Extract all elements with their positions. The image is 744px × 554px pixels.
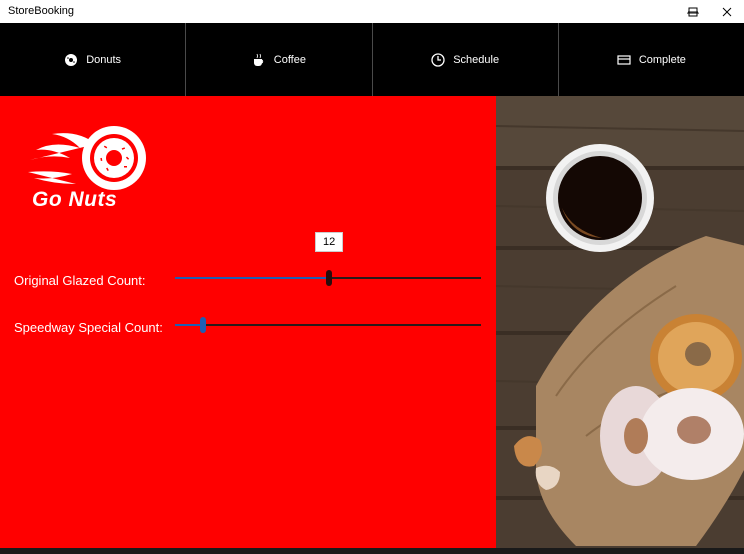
logo-text: Go Nuts xyxy=(32,188,118,211)
nav-label-donuts: Donuts xyxy=(86,53,122,66)
order-panel: Go Nuts 12 Original Glazed Count: Speedw… xyxy=(0,96,496,548)
nav-label-complete: Complete xyxy=(638,53,686,66)
slider-thumb[interactable] xyxy=(200,317,206,333)
speedway-special-slider[interactable] xyxy=(175,317,481,333)
coffee-icon xyxy=(252,53,266,67)
go-nuts-logo: Go Nuts xyxy=(26,120,150,214)
clock-icon xyxy=(431,52,445,67)
slider-value-tooltip: 12 xyxy=(315,232,344,252)
nav-item-donuts[interactable]: Donuts xyxy=(0,23,185,96)
nav-item-schedule[interactable]: Schedule xyxy=(371,23,558,96)
maximize-icon xyxy=(688,7,698,16)
speedway-special-label: Speedway Special Count: xyxy=(14,320,163,335)
title-bar: StoreBooking — xyxy=(0,0,744,23)
taskbar-strip xyxy=(0,548,744,554)
slider-fill xyxy=(175,324,203,326)
window-title: StoreBooking xyxy=(8,5,75,17)
original-glazed-slider[interactable] xyxy=(175,270,481,286)
close-button[interactable] xyxy=(710,0,744,23)
top-navigation: Donuts Coffee Schedule Complete xyxy=(0,23,744,96)
nav-label-coffee: Coffee xyxy=(273,53,306,66)
donuts-coffee-photo xyxy=(496,96,744,548)
nav-item-complete[interactable]: Complete xyxy=(557,23,744,96)
slider-fill xyxy=(175,277,329,279)
original-glazed-label: Original Glazed Count: xyxy=(14,273,146,288)
maximize-button[interactable] xyxy=(676,0,710,23)
nav-label-schedule: Schedule xyxy=(453,53,500,66)
donut-icon xyxy=(64,53,78,67)
card-icon xyxy=(617,54,631,66)
close-icon xyxy=(722,7,732,16)
slider-thumb[interactable] xyxy=(326,270,332,286)
slider-track xyxy=(175,324,481,326)
nav-item-coffee[interactable]: Coffee xyxy=(185,23,371,96)
